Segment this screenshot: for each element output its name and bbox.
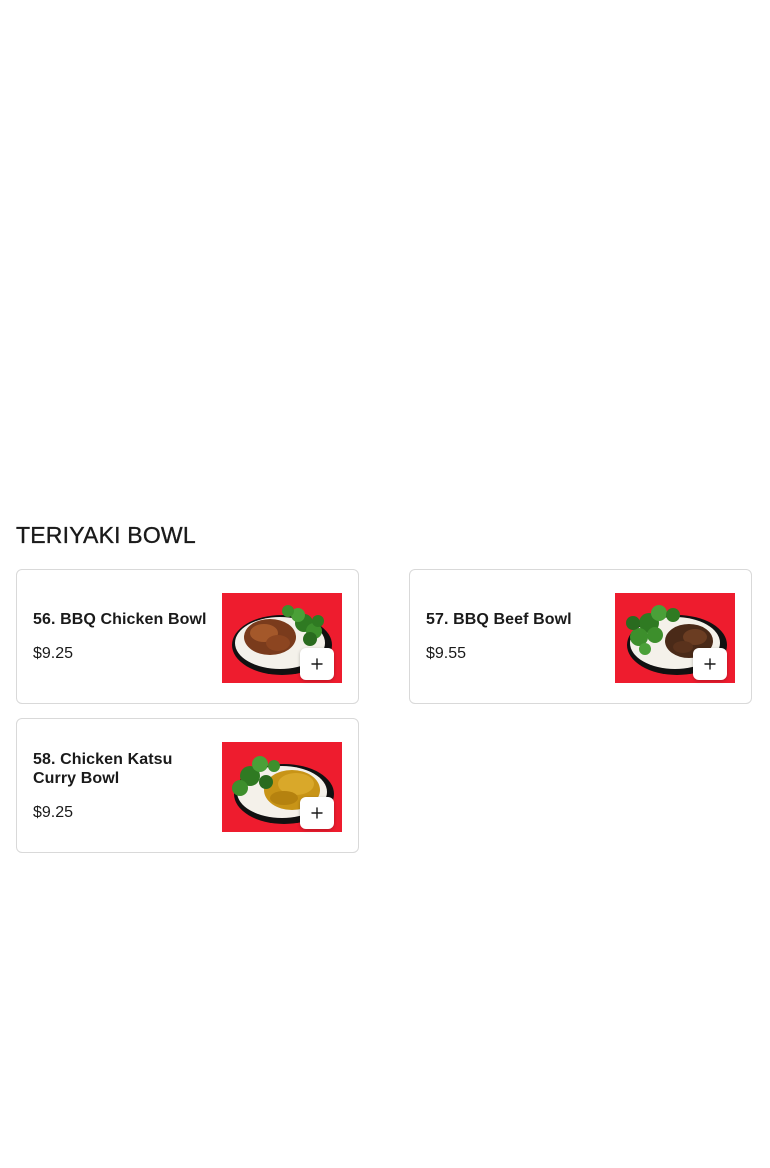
plus-icon [311, 658, 323, 670]
menu-item-card[interactable]: 57. BBQ Beef Bowl $9.55 [409, 569, 752, 704]
menu-item-name: 57. BBQ Beef Bowl [426, 611, 572, 628]
menu-item-price: $9.25 [33, 803, 74, 821]
menu-item-card[interactable]: 58. Chicken Katsu Curry Bowl $9.25 [16, 718, 359, 853]
add-item-button[interactable] [693, 648, 727, 680]
menu-item-text: 57. BBQ Beef Bowl $9.55 [426, 570, 612, 703]
menu-section-teriyaki-bowl: TERIYAKI BOWL 56. BBQ Chicken Bowl $9.25 [16, 518, 754, 853]
menu-item-name: 58. Chicken Katsu Curry Bowl [33, 750, 173, 787]
menu-item-text: 56. BBQ Chicken Bowl $9.25 [33, 570, 219, 703]
menu-item-name: 56. BBQ Chicken Bowl [33, 611, 207, 628]
add-item-button[interactable] [300, 648, 334, 680]
plus-icon [704, 658, 716, 670]
plus-icon [311, 807, 323, 819]
menu-item-price: $9.25 [33, 645, 74, 662]
menu-item-price: $9.55 [426, 645, 467, 662]
add-item-button[interactable] [300, 797, 334, 829]
menu-item-text: 58. Chicken Katsu Curry Bowl $9.25 [33, 719, 219, 852]
menu-item-card[interactable]: 56. BBQ Chicken Bowl $9.25 [16, 569, 359, 704]
section-title: TERIYAKI BOWL [16, 522, 196, 548]
